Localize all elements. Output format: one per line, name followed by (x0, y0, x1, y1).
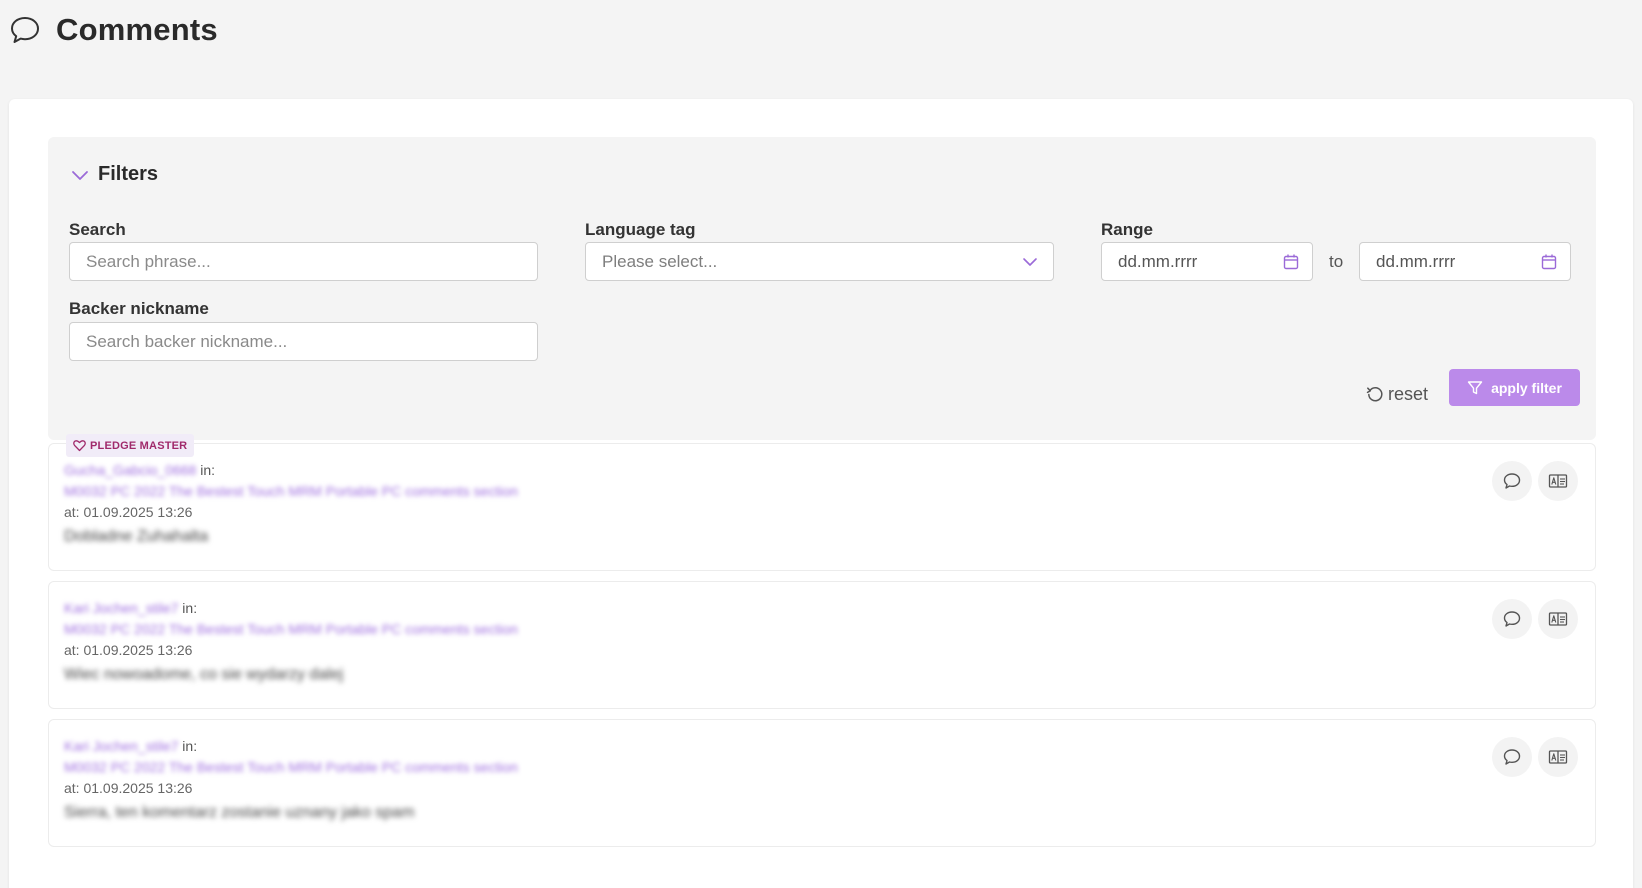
chevron-down-icon (1023, 257, 1037, 266)
apply-filter-button[interactable]: apply filter (1449, 369, 1580, 406)
range-from-placeholder: dd.mm.rrrr (1118, 251, 1198, 271)
reply-button[interactable] (1492, 461, 1532, 501)
comments-card: Filters Search Language tag Please selec… (9, 99, 1633, 888)
comment-author-link[interactable]: Kari Jochen_stile7 (64, 738, 178, 754)
comment-date: at: 01.09.2025 13:26 (64, 642, 193, 658)
reply-button[interactable] (1492, 737, 1532, 777)
language-tag-placeholder: Please select... (602, 251, 718, 271)
backer-nickname-label: Backer nickname (69, 299, 209, 318)
language-tag-select[interactable]: Please select... (585, 242, 1054, 281)
comment-meta: Kari Jochen_stile7 in: (64, 600, 197, 616)
comment-date: at: 01.09.2025 13:26 (64, 504, 193, 520)
comment-item: Kari Jochen_stile7 in: M0032 PC 2022 The… (48, 581, 1596, 709)
range-to-placeholder: dd.mm.rrrr (1376, 251, 1456, 271)
reset-icon (1366, 387, 1383, 402)
comment-icon (1503, 611, 1521, 627)
calendar-icon[interactable] (1540, 253, 1558, 271)
range-from-input[interactable]: dd.mm.rrrr (1101, 242, 1313, 281)
comment-source-link[interactable]: M0032 PC 2022 The Bestest Touch MRM Port… (64, 759, 518, 775)
comment-source-link[interactable]: M0032 PC 2022 The Bestest Touch MRM Port… (64, 483, 518, 499)
range-to-input[interactable]: dd.mm.rrrr (1359, 242, 1571, 281)
translate-icon (1548, 750, 1568, 764)
pledge-master-badge: PLEDGE MASTER (66, 434, 195, 457)
range-label: Range (1101, 220, 1153, 239)
comment-meta: Kari Jochen_stile7 in: (64, 738, 197, 754)
search-label: Search (69, 220, 126, 239)
comment-in-label: in: (200, 462, 216, 478)
page-title: Comments (56, 12, 218, 47)
translate-button[interactable] (1538, 461, 1578, 501)
badge-label: PLEDGE MASTER (90, 439, 188, 452)
filters-toggle[interactable]: Filters (70, 163, 158, 186)
reply-button[interactable] (1492, 599, 1532, 639)
comment-icon (1503, 749, 1521, 765)
comment-author-link[interactable]: Gucha_Gabcio_0668 (64, 462, 196, 478)
comment-icon (11, 17, 39, 43)
comment-source-link[interactable]: M0032 PC 2022 The Bestest Touch MRM Port… (64, 621, 518, 637)
comment-author-link[interactable]: Kari Jochen_stile7 (64, 600, 178, 616)
calendar-icon[interactable] (1282, 253, 1300, 271)
translate-button[interactable] (1538, 599, 1578, 639)
heart-shield-icon (73, 440, 86, 452)
comment-item: PLEDGE MASTER Gucha_Gabcio_0668 in: M003… (48, 434, 1596, 571)
apply-filter-label: apply filter (1491, 379, 1562, 396)
reset-button[interactable]: reset (1366, 379, 1428, 409)
reset-label: reset (1388, 383, 1429, 404)
comment-text: Dobladne Zuhahalta (64, 528, 209, 545)
translate-icon (1548, 612, 1568, 626)
comment-meta: Gucha_Gabcio_0668 in: (64, 462, 215, 478)
search-input[interactable] (69, 242, 538, 281)
translate-icon (1548, 474, 1568, 488)
backer-nickname-input[interactable] (69, 322, 538, 361)
filters-panel: Filters Search Language tag Please selec… (48, 137, 1596, 440)
chevron-down-icon (72, 170, 88, 180)
language-tag-label: Language tag (585, 220, 696, 239)
filters-title: Filters (98, 163, 159, 185)
comment-in-label: in: (182, 738, 198, 754)
comment-icon (1503, 473, 1521, 489)
page-header: Comments (8, 10, 218, 50)
comment-in-label: in: (182, 600, 198, 616)
range-separator: to (1329, 252, 1344, 271)
comment-text: Wiec nowoadome, co sie wydarzy dalej (64, 666, 344, 683)
comment-date: at: 01.09.2025 13:26 (64, 780, 193, 796)
translate-button[interactable] (1538, 737, 1578, 777)
filter-icon (1467, 380, 1483, 394)
comment-text: Sierra, ten komentarz zostanie uznany ja… (64, 804, 415, 821)
comment-item: Kari Jochen_stile7 in: M0032 PC 2022 The… (48, 719, 1596, 847)
